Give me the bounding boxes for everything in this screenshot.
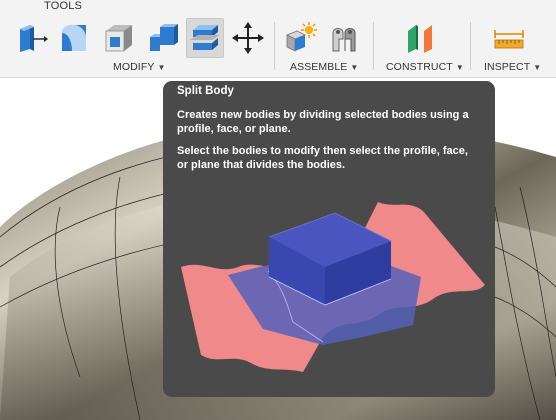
move-icon: [232, 22, 264, 54]
construct-menu[interactable]: CONSTRUCT ▼: [386, 61, 464, 73]
tooltip-title: Split Body: [177, 85, 234, 97]
toolbar: TOOLS MODIFY ▼ ASSEMBLE ▼ CONSTRUCT ▼ IN…: [0, 0, 556, 78]
split-body-tooltip: Split Body Creates new bodies by dividin…: [163, 81, 495, 397]
modify-menu[interactable]: MODIFY ▼: [113, 61, 165, 73]
chevron-down-icon: ▼: [157, 62, 166, 72]
offset-plane-icon: [408, 25, 432, 53]
tooltip-description: Creates new bodies by dividing selected …: [177, 109, 469, 135]
measure-tool[interactable]: [490, 18, 528, 58]
tab-tools[interactable]: TOOLS: [44, 0, 82, 12]
fillet-icon: [62, 25, 86, 51]
offset-plane-tool[interactable]: [402, 18, 440, 58]
group-divider: [470, 22, 471, 70]
assemble-menu[interactable]: ASSEMBLE ▼: [290, 61, 358, 73]
joint-icon: [332, 28, 356, 52]
shell-tool[interactable]: [100, 18, 138, 58]
assemble-menu-label: ASSEMBLE: [290, 61, 348, 73]
press-pull-icon: [20, 25, 48, 52]
joint-tool[interactable]: [325, 18, 363, 58]
new-component-tool[interactable]: [281, 18, 319, 58]
combine-tool[interactable]: [144, 18, 182, 58]
tooltip-instructions: Select the bodies to modify then select …: [177, 145, 468, 171]
inspect-menu-label: INSPECT: [484, 61, 531, 73]
group-divider: [274, 22, 275, 70]
shell-icon: [105, 25, 132, 52]
measure-icon: [494, 30, 524, 49]
move-tool[interactable]: [229, 18, 267, 58]
new-component-icon: [286, 22, 317, 52]
chevron-down-icon: ▼: [533, 62, 542, 72]
chevron-down-icon: ▼: [455, 62, 464, 72]
group-divider: [373, 22, 374, 70]
combine-icon: [150, 24, 178, 51]
construct-menu-label: CONSTRUCT: [386, 61, 453, 73]
split-body-illustration: [181, 202, 485, 372]
press-pull-tool[interactable]: [12, 18, 50, 58]
fillet-tool[interactable]: [56, 18, 94, 58]
inspect-menu[interactable]: INSPECT ▼: [484, 61, 541, 73]
modify-menu-label: MODIFY: [113, 61, 155, 73]
split-body-tool[interactable]: [186, 18, 224, 58]
chevron-down-icon: ▼: [350, 62, 359, 72]
split-body-icon: [190, 25, 220, 50]
